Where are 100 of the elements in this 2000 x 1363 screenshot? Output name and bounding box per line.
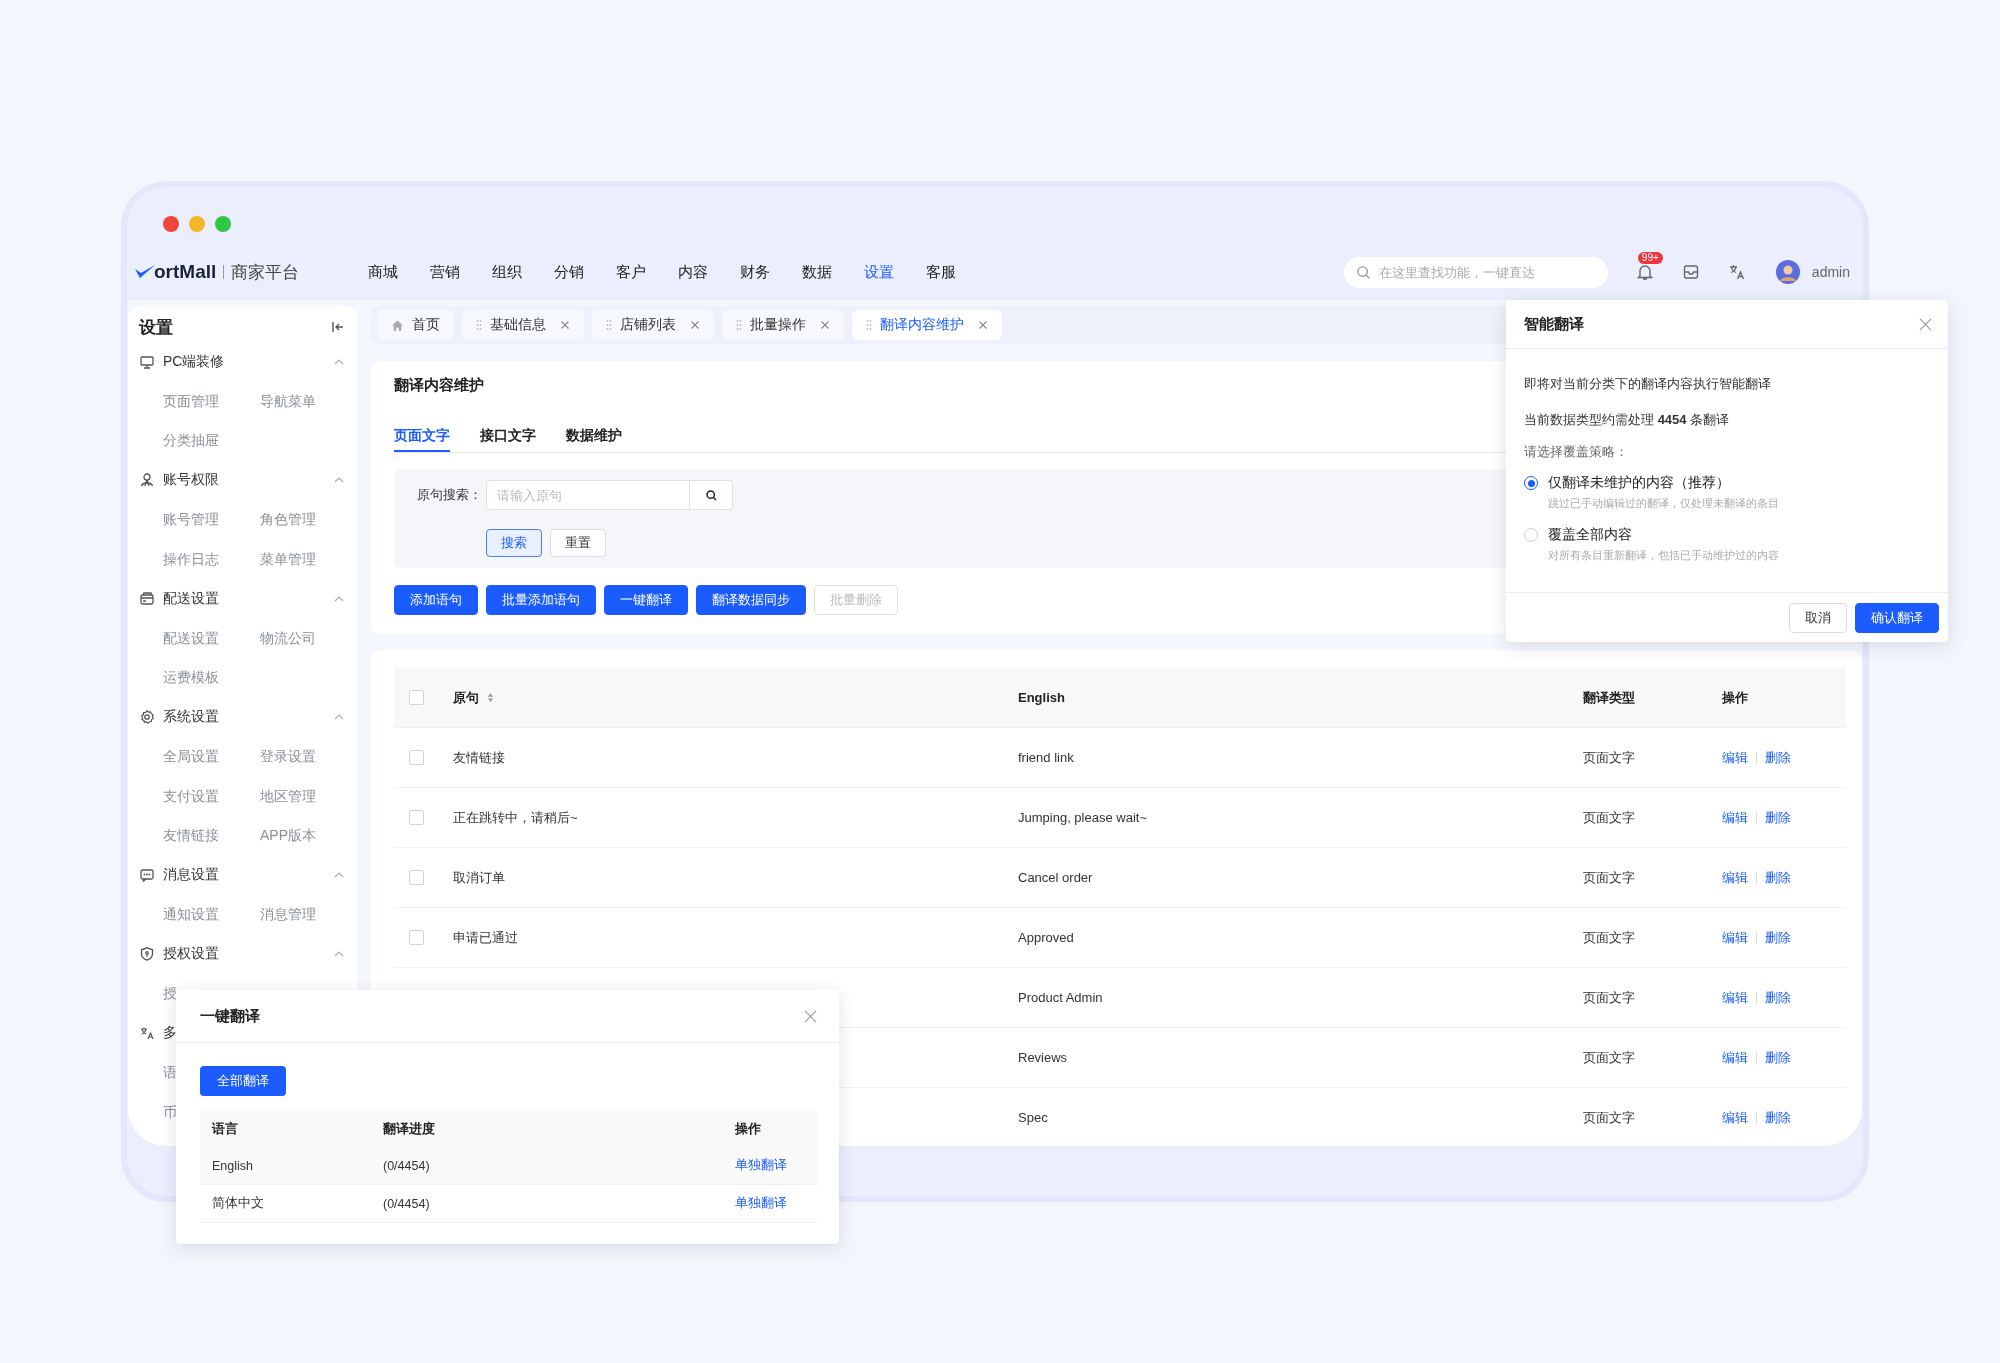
menu-item[interactable]: 配送设置 bbox=[163, 618, 260, 658]
option-label[interactable]: 覆盖全部内容 bbox=[1548, 526, 1632, 544]
menu-item[interactable]: 登录设置 bbox=[260, 737, 357, 777]
translate-all-button[interactable]: 全部翻译 bbox=[200, 1066, 286, 1096]
action-button[interactable]: 批量添加语句 bbox=[486, 585, 596, 615]
page-tab[interactable]: 批量操作 bbox=[722, 310, 844, 340]
nav-item[interactable]: 数据 bbox=[802, 262, 832, 282]
row-action-link[interactable]: 编辑 bbox=[1722, 748, 1748, 767]
menu-group[interactable]: 系统设置 bbox=[163, 708, 219, 727]
menu-item[interactable]: 菜单管理 bbox=[260, 539, 357, 579]
checkbox[interactable] bbox=[409, 750, 424, 765]
menu-item[interactable]: 地区管理 bbox=[260, 776, 357, 816]
nav-item[interactable]: 客户 bbox=[616, 262, 646, 282]
sub-tab[interactable]: 接口文字 bbox=[480, 420, 536, 452]
nav-item[interactable]: 内容 bbox=[678, 262, 708, 282]
checkbox[interactable] bbox=[409, 810, 424, 825]
dialog-button[interactable]: 确认翻译 bbox=[1855, 603, 1939, 633]
row-action-link[interactable]: 编辑 bbox=[1722, 1108, 1748, 1127]
menu-group[interactable]: 消息设置 bbox=[163, 866, 219, 885]
option-label[interactable]: 仅翻译未维护的内容（推荐） bbox=[1548, 474, 1730, 492]
menu-item[interactable]: 物流公司 bbox=[260, 618, 357, 658]
nav-item[interactable]: 商城 bbox=[368, 262, 398, 282]
menu-item[interactable]: 友情链接 bbox=[163, 816, 260, 856]
menu-item[interactable]: 页面管理 bbox=[163, 381, 260, 421]
checkbox[interactable] bbox=[409, 870, 424, 885]
search-field[interactable]: 请输入原句 bbox=[486, 480, 690, 510]
menu-item[interactable]: 通知设置 bbox=[163, 895, 260, 935]
row-action-link[interactable]: 删除 bbox=[1765, 868, 1791, 887]
column-header: 原句 bbox=[453, 688, 479, 707]
row-action-link[interactable]: 删除 bbox=[1765, 748, 1791, 767]
page-tab[interactable]: 首页 bbox=[377, 310, 454, 340]
drag-handle-icon[interactable] bbox=[866, 319, 872, 331]
row-action-link[interactable]: 编辑 bbox=[1722, 988, 1748, 1007]
menu-item[interactable]: 运费模板 bbox=[163, 658, 260, 698]
nav-item[interactable]: 财务 bbox=[740, 262, 770, 282]
menu-item[interactable]: 分类抽屉 bbox=[163, 421, 260, 461]
close-icon[interactable] bbox=[820, 320, 830, 330]
page-tab[interactable]: 店铺列表 bbox=[592, 310, 714, 340]
row-action-link[interactable]: 单独翻译 bbox=[723, 1157, 817, 1174]
action-button[interactable]: 翻译数据同步 bbox=[696, 585, 806, 615]
filter-button[interactable]: 重置 bbox=[550, 529, 606, 557]
inbox-icon[interactable] bbox=[1681, 263, 1700, 281]
menu-item[interactable]: 导航菜单 bbox=[260, 381, 357, 421]
user-name[interactable]: admin bbox=[1811, 264, 1850, 280]
dialog-button[interactable]: 取消 bbox=[1789, 603, 1847, 633]
translate-icon[interactable] bbox=[1727, 263, 1746, 281]
menu-item[interactable]: 账号管理 bbox=[163, 500, 260, 540]
search-button[interactable] bbox=[690, 480, 733, 510]
row-action-link[interactable]: 单独翻译 bbox=[723, 1195, 817, 1212]
checkbox[interactable] bbox=[409, 930, 424, 945]
menu-item[interactable]: 支付设置 bbox=[163, 776, 260, 816]
filter-button[interactable]: 搜索 bbox=[486, 529, 542, 557]
collapse-icon[interactable] bbox=[331, 320, 345, 334]
page-tab[interactable]: 翻译内容维护 bbox=[852, 310, 1002, 340]
row-action-link[interactable]: 删除 bbox=[1765, 928, 1791, 947]
nav-item[interactable]: 营销 bbox=[430, 262, 460, 282]
menu-group[interactable]: PC端装修 bbox=[163, 352, 225, 371]
page-tab[interactable]: 基础信息 bbox=[462, 310, 584, 340]
drag-handle-icon[interactable] bbox=[606, 319, 612, 331]
nav-item[interactable]: 客服 bbox=[926, 262, 956, 282]
radio-button[interactable] bbox=[1524, 476, 1538, 490]
nav-item[interactable]: 设置 bbox=[864, 262, 894, 282]
window-close-button[interactable] bbox=[163, 216, 179, 232]
menu-group[interactable]: 多 bbox=[163, 1024, 177, 1043]
nav-item[interactable]: 分销 bbox=[554, 262, 584, 282]
sub-tab[interactable]: 数据维护 bbox=[566, 420, 622, 452]
window-minimize-button[interactable] bbox=[189, 216, 205, 232]
close-icon[interactable] bbox=[560, 320, 570, 330]
action-button[interactable]: 添加语句 bbox=[394, 585, 478, 615]
row-action-link[interactable]: 删除 bbox=[1765, 988, 1791, 1007]
menu-group[interactable]: 授权设置 bbox=[163, 945, 219, 964]
close-icon[interactable] bbox=[690, 320, 700, 330]
checkbox[interactable] bbox=[409, 690, 424, 705]
menu-item[interactable]: 全局设置 bbox=[163, 737, 260, 777]
menu-group[interactable]: 配送设置 bbox=[163, 589, 219, 608]
menu-item[interactable]: APP版本 bbox=[260, 816, 357, 856]
action-button[interactable]: 一键翻译 bbox=[604, 585, 688, 615]
menu-item[interactable]: 消息管理 bbox=[260, 895, 357, 935]
row-action-link[interactable]: 删除 bbox=[1765, 808, 1791, 827]
avatar[interactable] bbox=[1775, 260, 1800, 284]
sub-tab[interactable]: 页面文字 bbox=[394, 420, 450, 452]
menu-item[interactable]: 操作日志 bbox=[163, 539, 260, 579]
table-cell: 页面文字 bbox=[1583, 1108, 1635, 1127]
close-icon[interactable] bbox=[978, 320, 988, 330]
menu-item[interactable]: 角色管理 bbox=[260, 500, 357, 540]
close-icon[interactable] bbox=[1919, 317, 1932, 331]
drag-handle-icon[interactable] bbox=[476, 319, 482, 331]
row-action-link[interactable]: 删除 bbox=[1765, 1108, 1791, 1127]
nav-item[interactable]: 组织 bbox=[492, 262, 522, 282]
row-action-link[interactable]: 编辑 bbox=[1722, 928, 1748, 947]
row-action-link[interactable]: 编辑 bbox=[1722, 868, 1748, 887]
window-zoom-button[interactable] bbox=[215, 216, 231, 232]
sort-icon[interactable] bbox=[487, 692, 494, 703]
close-icon[interactable] bbox=[804, 1009, 817, 1023]
bell-icon[interactable] bbox=[1635, 263, 1654, 281]
row-action-link[interactable]: 编辑 bbox=[1722, 1048, 1748, 1067]
row-action-link[interactable]: 删除 bbox=[1765, 1048, 1791, 1067]
row-action-link[interactable]: 编辑 bbox=[1722, 808, 1748, 827]
drag-handle-icon[interactable] bbox=[736, 319, 742, 331]
menu-group[interactable]: 账号权限 bbox=[163, 471, 219, 490]
